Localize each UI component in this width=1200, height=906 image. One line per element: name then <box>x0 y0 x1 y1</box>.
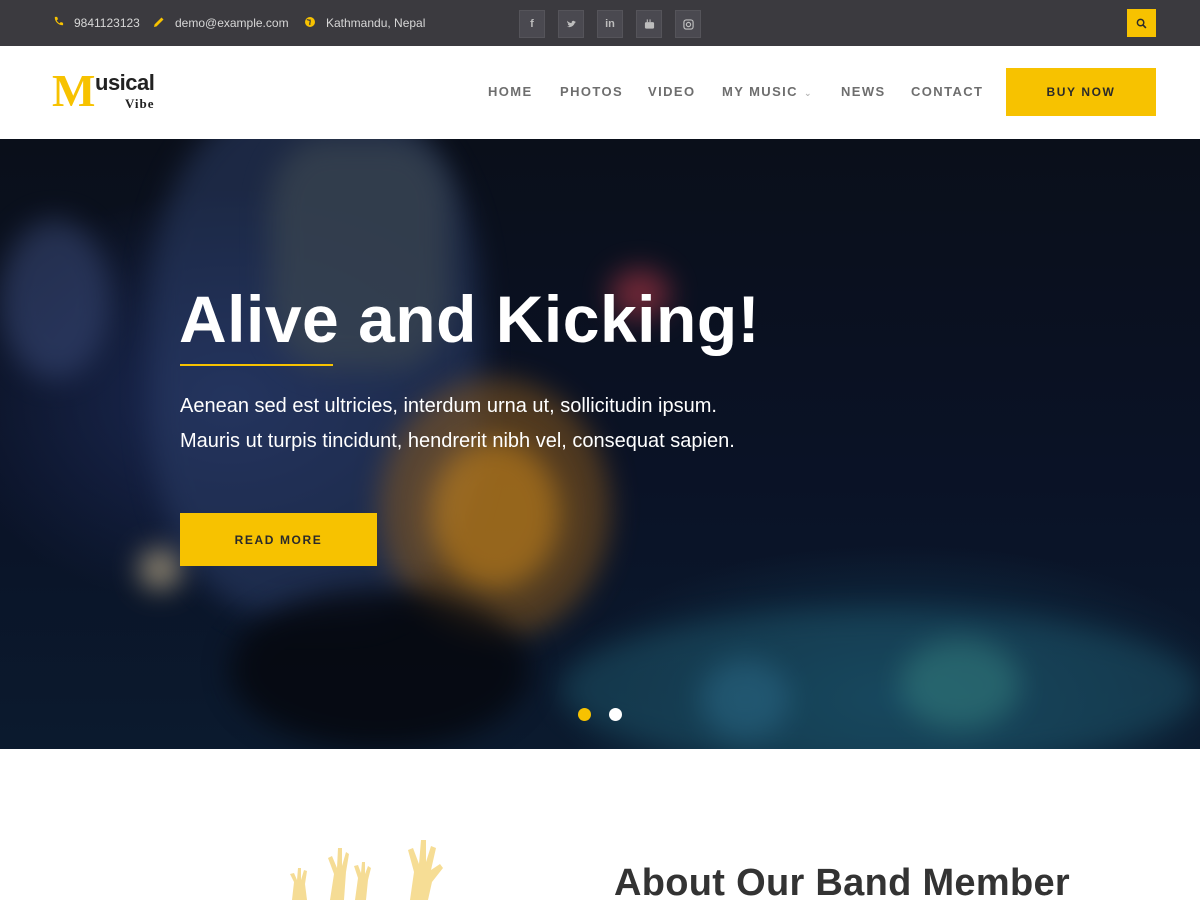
twitter-icon[interactable] <box>558 10 584 38</box>
location-text: Kathmandu, Nepal <box>326 16 426 30</box>
raised-hands-illustration <box>280 838 470 900</box>
nav-my-music[interactable]: MY MUSIC ⌄ <box>722 84 813 99</box>
read-more-button[interactable]: READ MORE <box>180 513 377 566</box>
nav-contact[interactable]: CONTACT <box>911 84 983 99</box>
nav-my-music-label: MY MUSIC <box>722 84 798 99</box>
instagram-icon[interactable] <box>675 10 701 38</box>
chevron-down-icon: ⌄ <box>803 88 813 98</box>
logo-subtitle: Vibe <box>125 96 155 111</box>
nav-home[interactable]: HOME <box>488 84 533 99</box>
logo-word: usical <box>95 70 155 95</box>
facebook-icon[interactable]: f <box>519 10 545 38</box>
hero-line-1: Aenean sed est ultricies, interdum urna … <box>180 395 717 417</box>
email-address: demo@example.com <box>175 16 289 30</box>
contact-email[interactable]: demo@example.com <box>153 0 289 46</box>
linkedin-icon[interactable]: in <box>597 10 623 38</box>
hero-title: Alive and Kicking! <box>179 282 761 356</box>
search-icon <box>1136 18 1147 28</box>
globe-icon <box>304 16 316 31</box>
hero-description: Aenean sed est ultricies, interdum urna … <box>180 389 735 459</box>
nav-photos[interactable]: PHOTOS <box>560 84 623 99</box>
contact-phone[interactable]: 9841123123 <box>52 0 140 46</box>
slider-pagination <box>578 708 622 721</box>
slide-dot-1[interactable] <box>578 708 591 721</box>
phone-icon <box>52 16 64 30</box>
about-section-title: About Our Band Member <box>614 862 1070 904</box>
slide-dot-2[interactable] <box>609 708 622 721</box>
contact-location: Kathmandu, Nepal <box>304 0 425 46</box>
social-links: f in <box>519 10 701 38</box>
youtube-icon[interactable] <box>636 10 662 38</box>
hero-divider <box>180 364 333 366</box>
main-header: M usical Vibe HOME PHOTOS VIDEO MY MUSIC… <box>0 46 1200 139</box>
nav-video[interactable]: VIDEO <box>648 84 695 99</box>
buy-now-button[interactable]: BUY NOW <box>1006 68 1156 116</box>
hero-slider: Alive and Kicking! Aenean sed est ultric… <box>0 139 1200 749</box>
phone-number: 9841123123 <box>74 16 140 30</box>
logo-letter: M <box>52 65 96 116</box>
nav-news[interactable]: NEWS <box>841 84 886 99</box>
search-button[interactable] <box>1127 9 1156 37</box>
top-bar: 9841123123 demo@example.com Kathmandu, N… <box>0 0 1200 46</box>
pencil-icon <box>153 16 165 31</box>
hero-line-2: Mauris ut turpis tincidunt, hendrerit ni… <box>180 430 735 452</box>
site-logo[interactable]: M usical Vibe <box>52 68 172 118</box>
